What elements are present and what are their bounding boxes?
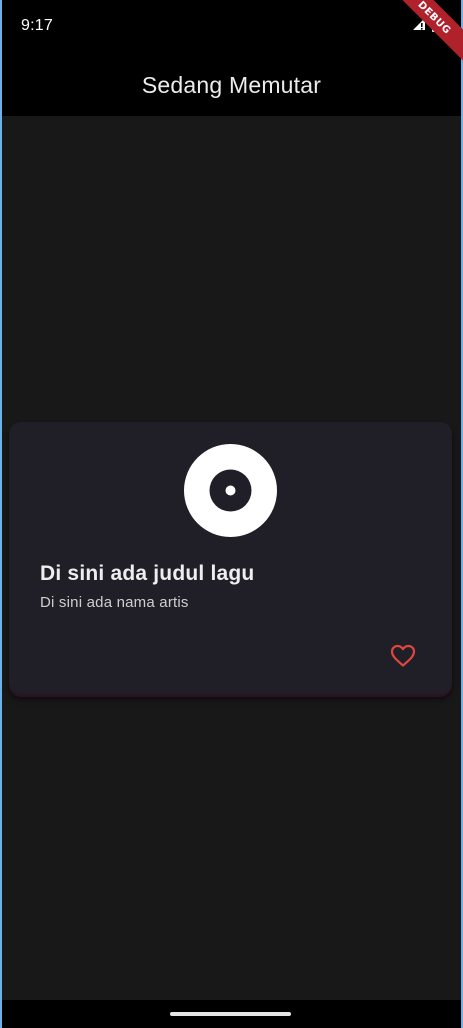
now-playing-card: Di sini ada judul lagu Di sini ada nama … [9, 422, 452, 694]
song-title: Di sini ada judul lagu [40, 562, 255, 585]
status-time: 9:17 [21, 17, 53, 34]
home-indicator[interactable] [170, 1012, 291, 1016]
heart-outline-icon [390, 644, 416, 673]
favorite-button[interactable] [383, 638, 423, 678]
main-content: Di sini ada judul lagu Di sini ada nama … [0, 116, 463, 1000]
app-bar: Sedang Memutar [0, 56, 463, 116]
artist-name: Di sini ada nama artis [40, 594, 189, 611]
page-title: Sedang Memutar [141, 71, 322, 98]
album-disc-icon [184, 444, 277, 537]
phone-screen: 9:17 Sedang Memutar DEBUG Di sini ada ju… [0, 0, 463, 1028]
status-bar: 9:17 [0, 0, 463, 56]
system-navigation-bar [0, 1000, 463, 1028]
